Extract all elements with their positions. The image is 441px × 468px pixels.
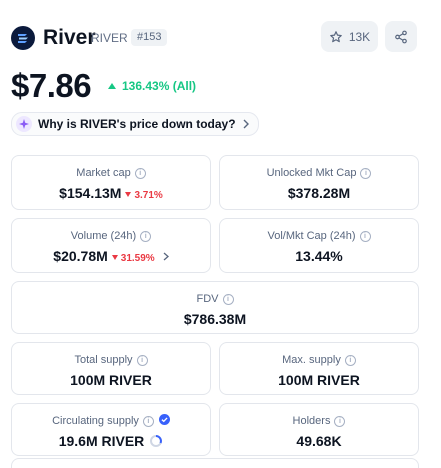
max-supply-label: Max. supply xyxy=(282,354,341,366)
watchlist-count: 13K xyxy=(348,29,371,44)
market-cap-change-text: 3.71% xyxy=(134,190,163,201)
price-change: 136.43% (All) xyxy=(108,79,196,93)
share-button[interactable] xyxy=(385,21,417,52)
total-supply-value: 100M RIVER xyxy=(70,372,152,388)
vol-mkt-cap-value: 13.44% xyxy=(295,248,343,264)
caret-up-icon xyxy=(108,83,116,89)
info-icon[interactable]: i xyxy=(334,416,346,427)
circulating-supply-value: 19.6M RIVER xyxy=(58,433,145,449)
holders-card[interactable]: Holders i 49.68K xyxy=(219,403,419,456)
fdv-card[interactable]: FDV i $786.38M xyxy=(11,281,419,334)
why-price-button[interactable]: Why is RIVER's price down today? xyxy=(11,112,259,136)
info-icon[interactable]: i xyxy=(344,355,356,366)
verified-check-icon xyxy=(158,414,170,425)
price-change-text: 136.43% (All) xyxy=(122,79,197,93)
coin-symbol: RIVER xyxy=(91,31,128,45)
watchlist-button[interactable]: 13K xyxy=(321,21,378,52)
unlocked-mkt-cap-card[interactable]: Unlocked Mkt Cap i $378.28M xyxy=(219,155,419,210)
info-icon[interactable]: i xyxy=(360,168,372,179)
circulating-supply-card[interactable]: Circulating supply i 19.6M RIVER xyxy=(11,403,211,456)
why-price-label: Why is RIVER's price down today? xyxy=(38,117,236,131)
vol-mkt-cap-label: Vol/Mkt Cap (24h) xyxy=(267,230,356,242)
share-icon xyxy=(395,30,407,43)
fdv-value: $786.38M xyxy=(183,311,247,327)
ai-sparkle-icon xyxy=(16,116,32,132)
unlocked-mkt-cap-value: $378.28M xyxy=(287,185,351,201)
holders-label: Holders xyxy=(292,415,331,427)
star-icon xyxy=(329,30,342,42)
info-icon[interactable]: i xyxy=(142,416,154,427)
volume-card[interactable]: Volume (24h) i $20.78M 31.59% xyxy=(11,218,211,273)
market-cap-value: $154.13M xyxy=(59,185,122,201)
volume-change-text: 31.59% xyxy=(120,253,155,264)
fdv-label: FDV xyxy=(196,293,219,305)
caret-down-icon xyxy=(125,192,132,197)
current-price: $7.86 xyxy=(11,67,92,104)
unlocked-mkt-cap-label: Unlocked Mkt Cap xyxy=(266,167,357,179)
info-icon[interactable]: i xyxy=(140,231,152,242)
chevron-right-icon[interactable] xyxy=(163,252,169,261)
river-logo xyxy=(11,26,35,50)
info-icon[interactable]: i xyxy=(222,294,234,305)
coin-name: River xyxy=(43,26,96,49)
info-icon[interactable]: i xyxy=(136,355,148,366)
market-cap-label: Market cap xyxy=(76,167,131,179)
info-icon[interactable]: i xyxy=(134,168,146,179)
total-supply-label: Total supply xyxy=(74,354,133,366)
total-supply-card[interactable]: Total supply i 100M RIVER xyxy=(11,342,211,395)
holders-value: 49.68K xyxy=(296,433,342,449)
max-supply-value: 100M RIVER xyxy=(278,372,360,388)
volume-value: $20.78M xyxy=(53,248,108,264)
info-icon[interactable]: i xyxy=(359,231,371,242)
vol-mkt-cap-card[interactable]: Vol/Mkt Cap (24h) i 13.44% xyxy=(219,218,419,273)
caret-down-icon xyxy=(111,255,118,260)
max-supply-card[interactable]: Max. supply i 100M RIVER xyxy=(219,342,419,395)
supply-progress-ring xyxy=(150,435,163,447)
volume-label: Volume (24h) xyxy=(70,230,137,242)
river-logo-icon xyxy=(18,34,28,43)
rank-badge: #153 xyxy=(131,29,168,46)
chevron-right-icon xyxy=(243,119,249,129)
market-cap-card[interactable]: Market cap i $154.13M 3.71% xyxy=(11,155,211,210)
market-cap-change: 3.71% xyxy=(125,190,163,201)
circulating-supply-label: Circulating supply xyxy=(52,415,139,427)
volume-change: 31.59% xyxy=(111,253,155,264)
